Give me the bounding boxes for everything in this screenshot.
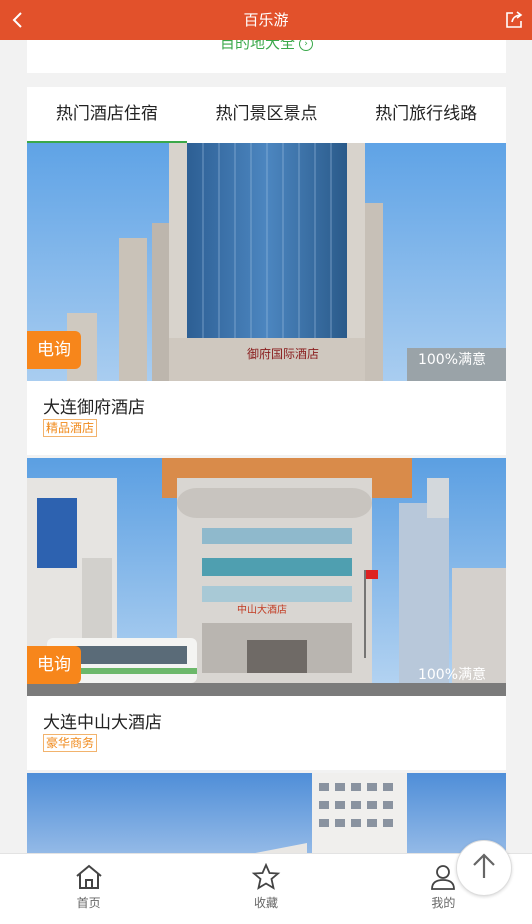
hotel-photo: 御府国际酒店 电询 100%满意 <box>27 143 506 381</box>
hotel-tag: 豪华商务 <box>43 734 98 752</box>
home-icon <box>76 864 102 889</box>
tabbar-profile-label: 我的 <box>431 896 456 910</box>
share-icon[interactable] <box>504 10 524 30</box>
page-title: 百乐游 <box>243 11 289 29</box>
star-icon <box>251 863 281 890</box>
satisfaction-rating: 100%满意 <box>417 352 486 368</box>
satisfaction-rating: 100%满意 <box>417 667 486 683</box>
tab-travel-routes[interactable]: 热门旅行线路 <box>346 87 506 143</box>
tabbar-home[interactable]: 首页 <box>0 854 177 924</box>
category-tabs: 热门酒店住宿 热门景区景点 热门旅行线路 <box>27 87 506 143</box>
bottom-tab-bar: 首页 收藏 我的 <box>0 853 532 924</box>
hotel-photo: 中山大酒店 电询 100%满意 <box>27 458 506 696</box>
hotel-card[interactable]: 御府国际酒店 电询 100%满意 大连御府酒店 精品酒店 <box>27 143 506 455</box>
tabbar-favorites[interactable]: 收藏 <box>177 854 354 924</box>
tabbar-favorites-label: 收藏 <box>253 896 278 910</box>
tabbar-home-label: 首页 <box>76 896 101 910</box>
call-button[interactable]: 电询 <box>27 646 81 684</box>
app-header: 百乐游 <box>0 0 532 40</box>
hotel-card[interactable]: 中山大酒店 电询 100%满意 大连中山大酒店 豪华商务 <box>27 458 506 770</box>
hotel-name: 大连中山大酒店 <box>43 713 162 733</box>
tab-hotels[interactable]: 热门酒店住宿 <box>27 87 187 143</box>
back-to-top-button[interactable] <box>456 840 512 896</box>
destination-card: 目的地大全 › <box>27 34 506 73</box>
hotel-tag: 精品酒店 <box>43 419 98 437</box>
user-icon <box>431 865 456 890</box>
arrow-up-icon <box>473 853 495 878</box>
hotel-name: 大连御府酒店 <box>43 398 145 418</box>
hotel-sign: 中山大酒店 <box>237 603 287 616</box>
tab-scenic-spots[interactable]: 热门景区景点 <box>187 87 347 143</box>
hotel-sign: 御府国际酒店 <box>247 346 319 361</box>
call-button[interactable]: 电询 <box>27 331 81 369</box>
